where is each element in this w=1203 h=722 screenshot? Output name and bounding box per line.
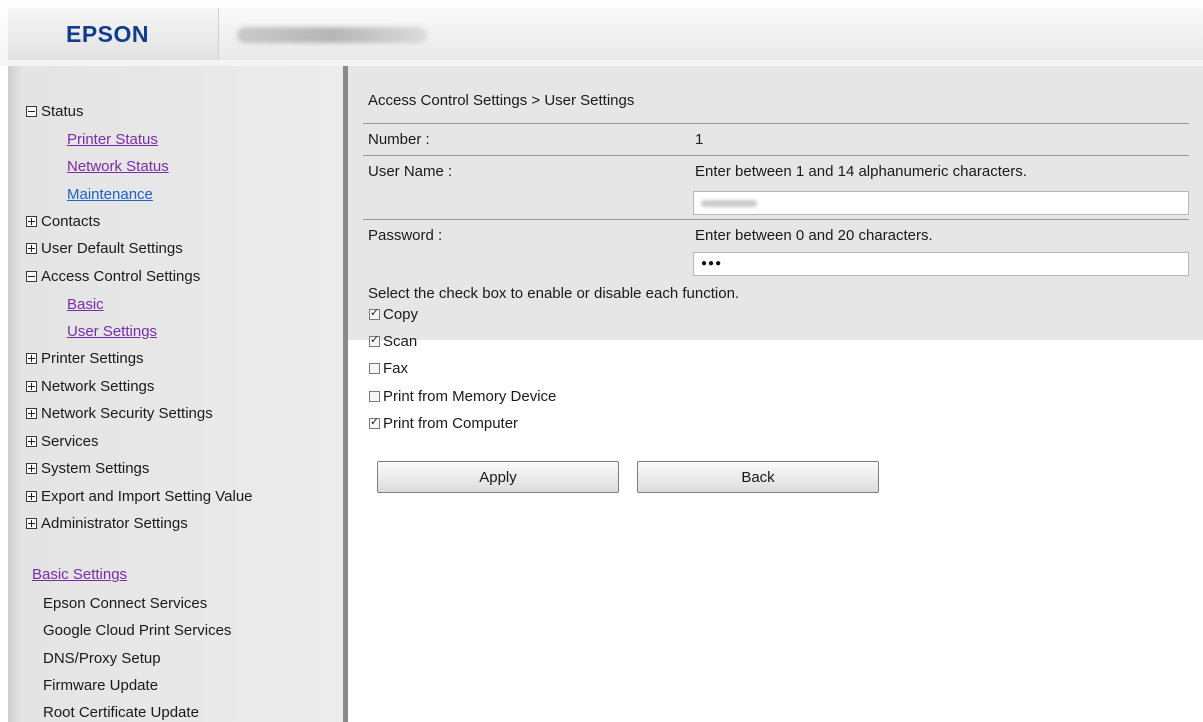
sidebar-item-label: System Settings (41, 459, 150, 477)
expand-icon[interactable] (26, 435, 37, 447)
sidebar-item-label: Access Control Settings (41, 267, 201, 285)
sidebar-item-label: Services (41, 432, 99, 450)
basic-settings-link[interactable]: Basic Settings (32, 566, 127, 583)
divider (363, 155, 1189, 156)
sidebar-item-label: Network Security Settings (41, 404, 213, 422)
blurred-model-name (237, 27, 427, 43)
sidebar-item-label: User Default Settings (41, 239, 183, 257)
sidebar-link-maintenance[interactable]: Maintenance (67, 183, 153, 205)
sidebar-item-label: Administrator Settings (41, 514, 188, 532)
user-name-label: User Name : (368, 163, 453, 180)
checkbox-fax[interactable]: Fax (369, 358, 408, 378)
collapse-icon[interactable] (26, 270, 37, 282)
breadcrumb: Access Control Settings > User Settings (368, 92, 635, 109)
sidebar-item-label: Status (41, 102, 84, 120)
sidebar-item-label: Printer Settings (41, 349, 144, 367)
expand-icon[interactable] (26, 407, 37, 419)
sidebar-item-label: Export and Import Setting Value (41, 487, 253, 505)
checkbox-copy[interactable]: Copy (369, 304, 418, 324)
checkbox-label: Print from Computer (383, 414, 519, 432)
sidebar-item-administrator-settings[interactable]: Administrator Settings (26, 512, 188, 534)
user-name-hint: Enter between 1 and 14 alphanumeric char… (695, 163, 1027, 180)
checkbox-scan[interactable]: Scan (369, 331, 417, 351)
sidebar-link-network-status[interactable]: Network Status (67, 155, 169, 177)
sidebar-item-network-settings[interactable]: Network Settings (26, 375, 154, 397)
blurred-user-name (701, 200, 757, 207)
sidebar-item-contacts[interactable]: Contacts (26, 210, 100, 232)
sidebar-item-status[interactable]: Status (26, 100, 84, 122)
divider (363, 123, 1189, 124)
sidebar: Status Printer Status Network Status Mai… (8, 66, 343, 722)
password-mask: ●●● (701, 258, 723, 269)
password-label: Password : (368, 227, 443, 244)
expand-icon[interactable] (26, 490, 37, 502)
checkbox-checked-icon[interactable] (369, 415, 380, 429)
user-name-field[interactable] (693, 191, 1189, 215)
divider (363, 219, 1189, 220)
password-hint: Enter between 0 and 20 characters. (695, 227, 933, 244)
back-button[interactable]: Back (637, 461, 879, 493)
collapse-icon[interactable] (26, 105, 37, 117)
checkbox-label: Scan (383, 332, 418, 350)
sidebar-item-printer-settings[interactable]: Printer Settings (26, 347, 144, 369)
expand-icon[interactable] (26, 517, 37, 529)
sidebar-item-label: Network Settings (41, 377, 155, 395)
expand-icon[interactable] (26, 215, 37, 227)
sidebar-link-user-settings[interactable]: User Settings (67, 320, 157, 342)
checkbox-unchecked-icon[interactable] (369, 390, 380, 402)
settings-panel: Access Control Settings > User Settings … (348, 66, 1203, 350)
sidebar-item-system-settings[interactable]: System Settings (26, 457, 149, 479)
checkbox-unchecked-icon[interactable] (369, 362, 380, 374)
page-header: EPSON (0, 0, 1203, 66)
expand-icon[interactable] (26, 380, 37, 392)
sidebar-item-access-control-settings[interactable]: Access Control Settings (26, 265, 200, 287)
sidebar-item-network-security-settings[interactable]: Network Security Settings (26, 402, 213, 424)
number-label: Number : (368, 131, 430, 148)
sidebar-link-basic[interactable]: Basic (67, 293, 104, 315)
function-instruction: Select the check box to enable or disabl… (368, 285, 740, 302)
sidebar-item-root-certificate-update[interactable]: Root Certificate Update (43, 704, 199, 721)
expand-icon[interactable] (26, 242, 37, 254)
sidebar-item-dns-proxy[interactable]: DNS/Proxy Setup (43, 650, 161, 667)
checkbox-label: Fax (383, 359, 409, 377)
password-field[interactable]: ●●● (693, 252, 1189, 276)
checkbox-label: Print from Memory Device (383, 387, 557, 405)
checkbox-print-from-memory-device[interactable]: Print from Memory Device (369, 386, 556, 406)
sidebar-item-epson-connect[interactable]: Epson Connect Services (43, 595, 207, 612)
number-value: 1 (695, 131, 704, 148)
checkbox-print-from-computer[interactable]: Print from Computer (369, 413, 518, 433)
sidebar-item-export-import[interactable]: Export and Import Setting Value (26, 485, 253, 507)
checkbox-checked-icon[interactable] (369, 306, 380, 320)
checkbox-checked-icon[interactable] (369, 333, 380, 347)
expand-icon[interactable] (26, 352, 37, 364)
sidebar-item-services[interactable]: Services (26, 430, 99, 452)
sidebar-item-firmware-update[interactable]: Firmware Update (43, 677, 158, 694)
sidebar-item-user-default-settings[interactable]: User Default Settings (26, 237, 183, 259)
main-content: Access Control Settings > User Settings … (348, 66, 1203, 722)
sidebar-item-google-cloud-print[interactable]: Google Cloud Print Services (43, 622, 231, 639)
model-name-area (218, 8, 1203, 60)
checkbox-label: Copy (383, 305, 419, 323)
epson-logo: EPSON (66, 20, 150, 47)
expand-icon[interactable] (26, 462, 37, 474)
sidebar-item-label: Contacts (41, 212, 101, 230)
apply-button[interactable]: Apply (377, 461, 619, 493)
logo-area: EPSON (8, 8, 218, 60)
sidebar-link-printer-status[interactable]: Printer Status (67, 128, 158, 150)
